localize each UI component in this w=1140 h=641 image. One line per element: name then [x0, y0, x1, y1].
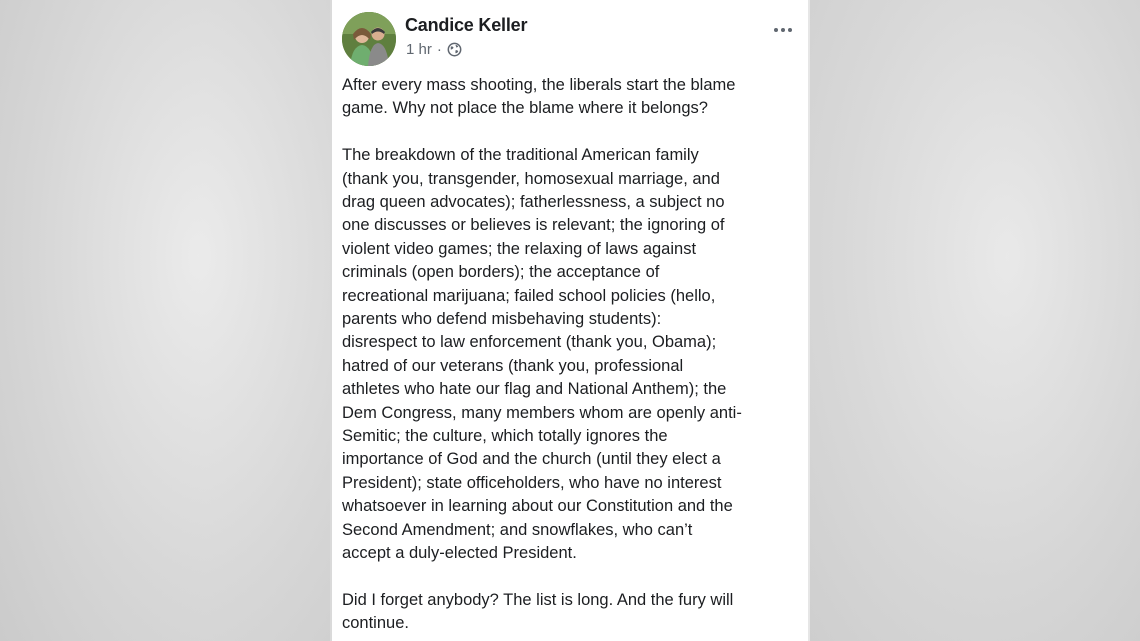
avatar[interactable] [342, 12, 396, 66]
more-options-icon [788, 28, 792, 32]
meta-separator: · [436, 41, 442, 58]
post-header: Candice Keller 1 hr · [342, 12, 798, 66]
more-options-icon [781, 28, 785, 32]
facebook-post: Candice Keller 1 hr · After every mass s… [332, 0, 808, 641]
author-name[interactable]: Candice Keller [405, 15, 527, 36]
post-timestamp[interactable]: 1 hr [406, 41, 432, 58]
post-paragraph: Did I forget anybody? The list is long. … [342, 590, 734, 633]
post-paragraph: After every mass shooting, the liberals … [342, 76, 736, 118]
post-meta: 1 hr · [406, 41, 462, 58]
post-paragraph: The breakdown of the traditional America… [342, 146, 742, 563]
blurred-background-left [0, 0, 330, 641]
more-options-button[interactable] [768, 20, 798, 40]
globe-icon[interactable] [447, 42, 462, 57]
more-options-icon [774, 28, 778, 32]
blurred-background-right [810, 0, 1140, 641]
post-body: After every mass shooting, the liberals … [342, 74, 804, 641]
